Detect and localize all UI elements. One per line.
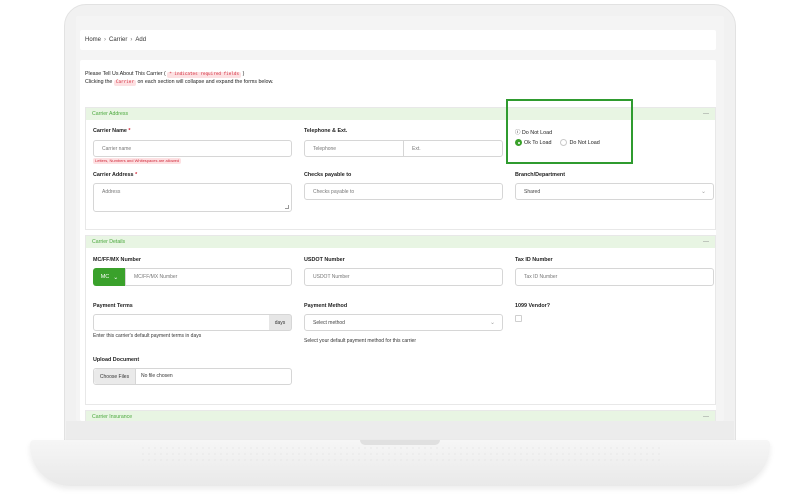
section-header-carrier-insurance[interactable]: Carrier Insurance — — [86, 411, 715, 421]
intro-line1-prefix: Please Tell Us About This Carrier ( — [85, 71, 166, 77]
intro-line2-prefix: Clicking the — [85, 79, 113, 85]
stage: Home › Carrier › Add Please Tell Us Abou… — [0, 0, 800, 500]
section-title: Carrier Address — [92, 111, 129, 117]
carrier-name-input[interactable]: Carrier name — [93, 140, 292, 157]
extension-input[interactable]: Ext. — [403, 140, 503, 157]
payment-terms-hint: Enter this carrier's default payment ter… — [93, 333, 202, 339]
collapse-icon[interactable]: — — [703, 414, 709, 420]
breadcrumb-home[interactable]: Home — [85, 37, 101, 43]
checks-payable-label: Checks payable to — [304, 172, 352, 178]
collapse-icon[interactable]: — — [703, 111, 709, 117]
carrier-address-label-text: Carrier Address — [93, 172, 134, 178]
section-name-chip: Carrier — [113, 80, 136, 86]
intro-text: Please Tell Us About This Carrier ( * in… — [85, 70, 274, 86]
resize-handle-icon[interactable] — [285, 205, 289, 209]
taxid-placeholder: Tax ID Number — [524, 274, 558, 280]
taxid-label: Tax ID Number — [515, 257, 553, 263]
branch-value: Shared — [524, 188, 541, 195]
payment-method-label: Payment Method — [304, 303, 348, 309]
required-mark: * — [135, 172, 138, 178]
breadcrumb: Home › Carrier › Add — [80, 30, 716, 50]
vendor-1099-label: 1099 Vendor? — [515, 303, 551, 309]
usdot-input[interactable]: USDOT Number — [304, 268, 503, 286]
taxid-input[interactable]: Tax ID Number — [515, 268, 714, 286]
carrier-address-label: Carrier Address * — [93, 172, 137, 178]
laptop-base — [30, 440, 770, 486]
mc-number-placeholder: MC/FF/MX Number — [134, 274, 178, 280]
payment-terms-input[interactable] — [93, 314, 270, 331]
section-carrier-insurance: Carrier Insurance — — [85, 410, 716, 421]
telephone-placeholder: Telephone — [313, 145, 337, 152]
usdot-placeholder: USDOT Number — [313, 274, 350, 280]
upload-document-label: Upload Document — [93, 357, 140, 363]
laptop-grille — [140, 445, 660, 463]
section-title: Carrier Details — [92, 239, 126, 245]
payment-method-hint: Select your default payment method for t… — [304, 338, 416, 344]
telephone-input[interactable]: Telephone — [304, 140, 404, 157]
breadcrumb-current: Add — [135, 37, 147, 43]
upload-document-input[interactable]: Choose Files No file chosen — [93, 368, 292, 385]
section-title: Carrier Insurance — [92, 414, 133, 420]
chevron-down-icon: ⌄ — [489, 320, 495, 326]
required-mark: * — [128, 128, 131, 134]
screen: Home › Carrier › Add Please Tell Us Abou… — [76, 16, 724, 421]
payment-method-select[interactable]: Select method ⌄ — [304, 314, 503, 331]
chevron-down-icon: ⌄ — [700, 189, 706, 195]
payment-terms-label: Payment Terms — [93, 303, 133, 309]
breadcrumb-separator: › — [130, 37, 133, 43]
vendor-1099-checkbox[interactable] — [515, 315, 522, 322]
no-file-chosen-text: No file chosen — [141, 373, 173, 379]
telephone-label: Telephone & Ext. — [304, 128, 348, 134]
extension-placeholder: Ext. — [412, 145, 421, 152]
carrier-address-placeholder: Address — [102, 189, 121, 195]
collapse-icon[interactable]: — — [703, 239, 709, 245]
mc-number-label: MC/FF/MX Number — [93, 257, 141, 263]
mc-number-input[interactable]: MC/FF/MX Number — [125, 268, 292, 286]
breadcrumb-separator: › — [104, 37, 107, 43]
branch-label: Branch/Department — [515, 172, 566, 178]
branch-select[interactable]: Shared ⌄ — [515, 183, 714, 200]
breadcrumb-carrier[interactable]: Carrier — [109, 37, 127, 43]
days-addon: days — [269, 314, 292, 331]
chevron-down-icon: ⌄ — [113, 274, 119, 281]
checks-payable-placeholder: Checks payable to — [313, 188, 355, 195]
intro-line1-suffix: ) — [242, 71, 245, 77]
choose-files-button[interactable]: Choose Files — [94, 369, 136, 384]
mc-type-dropdown[interactable]: MC ⌄ — [93, 268, 126, 286]
do-not-load-highlight-box — [506, 99, 633, 164]
section-header-carrier-details[interactable]: Carrier Details — — [86, 236, 715, 248]
mc-type-value: MC — [100, 274, 110, 280]
section-carrier-details: Carrier Details — MC/FF/MX Number MC ⌄ M… — [85, 235, 716, 405]
carrier-name-label: Carrier Name * — [93, 128, 130, 134]
payment-method-value: Select method — [313, 319, 345, 326]
usdot-label: USDOT Number — [304, 257, 345, 263]
carrier-name-label-text: Carrier Name — [93, 128, 127, 134]
carrier-address-textarea[interactable]: Address — [93, 183, 292, 212]
carrier-name-hint: Letters, Numbers and Whitespaces are all… — [93, 158, 182, 164]
checks-payable-input[interactable]: Checks payable to — [304, 183, 503, 200]
intro-line2-suffix: on each section will collapse and expand… — [137, 79, 274, 85]
carrier-name-placeholder: Carrier name — [102, 145, 132, 152]
